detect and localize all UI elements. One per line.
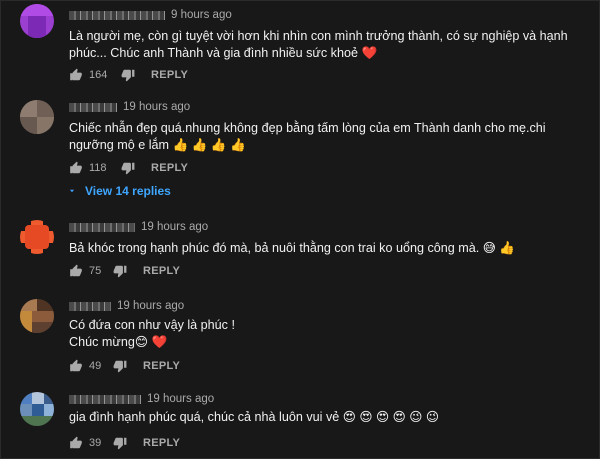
comment-header: 19 hours ago [69,220,208,234]
comment-header: 19 hours ago [69,392,214,406]
comment-header: 9 hours ago [69,8,232,22]
thumbs-down-icon[interactable] [113,436,127,450]
thumbs-down-icon[interactable] [113,359,127,373]
comment-actions: 39 REPLY [69,435,180,451]
comment-timestamp[interactable]: 19 hours ago [147,393,214,405]
comment-header: 19 hours ago [69,299,184,313]
like-count: 49 [89,360,102,372]
comment-text: Chiếc nhẫn đẹp quá.nhung không đẹp bằng … [69,121,546,152]
reply-button[interactable]: REPLY [151,69,188,81]
thumbs-up-icon[interactable] [69,264,83,278]
reply-button[interactable]: REPLY [143,437,180,449]
thumbs-down-icon[interactable] [121,161,135,175]
comment-timestamp[interactable]: 19 hours ago [123,101,190,113]
like-count: 164 [89,69,108,81]
like-count: 118 [89,162,107,174]
comment-text: Là người mẹ, còn gì tuyệt vời hơn khi nh… [69,29,568,60]
thumbs-up-icon[interactable] [69,436,83,450]
thumbs-up-icon[interactable] [69,359,83,373]
comment-timestamp[interactable]: 9 hours ago [171,9,232,21]
avatar[interactable] [20,4,54,38]
avatar[interactable] [20,100,54,134]
comment-text: Có đứa con như vậy là phúc ! Chúc mừng😊 … [69,318,235,349]
thumbs-down-icon[interactable] [121,68,135,82]
avatar[interactable] [20,220,54,254]
view-replies-button[interactable]: View 14 replies [67,184,171,198]
comment-timestamp[interactable]: 19 hours ago [141,221,208,233]
author-name[interactable] [69,301,111,311]
comment-actions: 49 REPLY [69,358,180,374]
reply-button[interactable]: REPLY [151,162,188,174]
comment-text: gia đình hạnh phúc quá, chúc cả nhà luôn… [69,410,440,424]
view-replies-label: View 14 replies [85,184,171,198]
avatar[interactable] [20,299,54,333]
reply-button[interactable]: REPLY [143,360,180,372]
like-count: 39 [89,437,102,449]
author-name[interactable] [69,394,141,404]
comment-header: 19 hours ago [69,100,190,114]
comment-actions: 118 REPLY [69,160,188,176]
comment-actions: 75 REPLY [69,263,180,279]
thumbs-up-icon[interactable] [69,161,83,175]
thumbs-down-icon[interactable] [113,264,127,278]
avatar[interactable] [20,392,54,426]
author-name[interactable] [69,10,165,20]
author-name[interactable] [69,102,117,112]
like-count: 75 [89,265,102,277]
comment-text: Bả khóc trong hạnh phúc đó mà, bả nuôi t… [69,241,516,255]
author-name[interactable] [69,222,135,232]
comment-actions: 164 REPLY [69,67,188,83]
comments-section: 9 hours ago Là người mẹ, còn gì tuyệt vờ… [0,0,600,459]
reply-button[interactable]: REPLY [143,265,180,277]
chevron-down-icon [67,186,77,196]
comment-timestamp[interactable]: 19 hours ago [117,300,184,312]
thumbs-up-icon[interactable] [69,68,83,82]
